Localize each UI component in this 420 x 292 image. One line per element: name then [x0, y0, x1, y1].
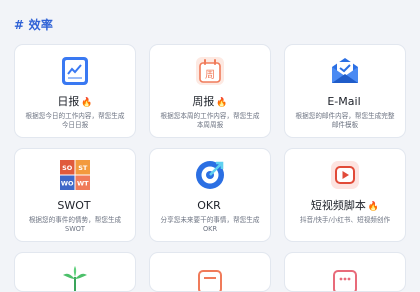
card-partial-2[interactable] — [149, 252, 271, 292]
weekly-report-icon: 周 — [194, 55, 226, 87]
svg-text:周: 周 — [205, 69, 215, 81]
card-swot[interactable]: SO ST WO WT SWOT 根据您的事件的情势，帮您生成 SWOT — [14, 148, 136, 242]
card-email[interactable]: E-Mail 根据您的邮件内容，帮您生成完整邮件模板 — [284, 44, 406, 138]
chat-icon — [329, 263, 361, 291]
okr-icon — [194, 159, 226, 191]
fire-icon: 🔥 — [216, 98, 228, 108]
card-partial-3[interactable] — [284, 252, 406, 292]
card-title: SWOT — [57, 199, 91, 212]
svg-text:WO: WO — [61, 180, 74, 188]
svg-text:SO: SO — [62, 164, 73, 172]
card-daily-report[interactable]: 日报 🔥 根据您今日的工作内容，帮您生成今日日报 — [14, 44, 136, 138]
card-okr[interactable]: OKR 分享您未来要干的事情，帮您生成 OKR — [149, 148, 271, 242]
card-title: 周报 🔥 — [192, 95, 228, 108]
card-video-script[interactable]: 短视频脚本 🔥 抖音/快手/小红书、短视频创作 — [284, 148, 406, 242]
fire-icon: 🔥 — [81, 98, 93, 108]
fire-icon: 🔥 — [367, 202, 380, 212]
section-title: # 效率 — [14, 18, 54, 32]
card-description: 分享您未来要干的事情，帮您生成 OKR — [160, 216, 260, 233]
mail-icon — [329, 55, 361, 87]
tool-grid: 日报 🔥 根据您今日的工作内容，帮您生成今日日报 周 周报 🔥 根据您本周的工作内容… — [14, 44, 406, 292]
card-weekly-report[interactable]: 周 周报 🔥 根据您本周的工作内容，帮您生成本周周报 — [149, 44, 271, 138]
video-script-icon — [329, 159, 361, 191]
card-description: 根据您的邮件内容，帮您生成完整邮件模板 — [295, 112, 395, 129]
card-title: E-Mail — [327, 95, 361, 108]
card-partial-1[interactable] — [14, 252, 136, 292]
svg-text:ST: ST — [78, 164, 88, 172]
page: # 效率 日报 🔥 根据您今日的工作内容，帮您生成今日日报 周 周报 🔥 根据您… — [0, 0, 420, 292]
card-description: 根据您的事件的情势，帮您生成 SWOT — [28, 216, 122, 233]
card-title: 日报 🔥 — [57, 95, 93, 108]
card-description: 根据您本周的工作内容，帮您生成本周周报 — [160, 112, 260, 129]
daily-report-icon — [59, 55, 91, 87]
swot-icon: SO ST WO WT — [59, 159, 91, 191]
svg-text:WT: WT — [77, 180, 89, 188]
card-description: 抖音/快手/小红书、短视频创作 — [299, 216, 391, 224]
card-title: OKR — [197, 199, 221, 212]
document-icon — [194, 263, 226, 291]
card-title: 短视频脚本 🔥 — [310, 199, 380, 212]
leaf-icon — [59, 263, 91, 291]
card-description: 根据您今日的工作内容，帮您生成今日日报 — [25, 112, 125, 129]
